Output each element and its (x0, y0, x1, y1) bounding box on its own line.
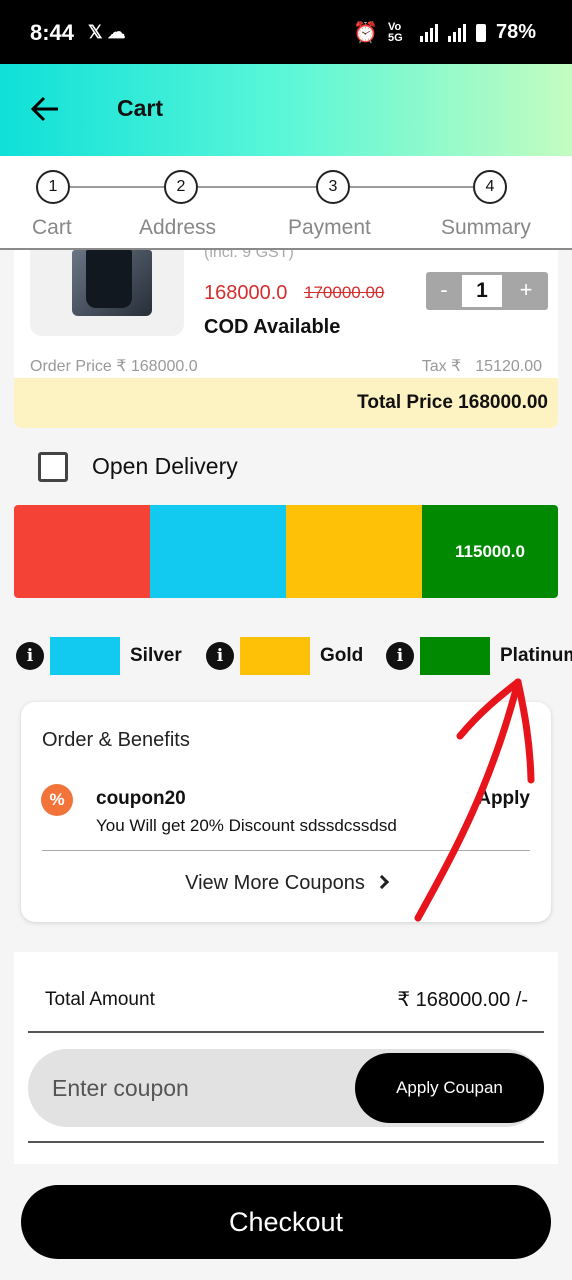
quantity-increase-button[interactable]: + (506, 272, 546, 310)
coupon-code: coupon20 (96, 788, 186, 809)
tax-amount: Tax ₹ 15120.00 (422, 356, 542, 376)
signal-icon (419, 23, 438, 42)
tier-segment-platinum: 115000.0 (422, 505, 558, 598)
apply-coupon-button[interactable]: Apply Coupan (355, 1053, 544, 1123)
phone-image (72, 250, 152, 316)
step-3-label: Payment (288, 216, 371, 239)
step-2-label: Address (139, 216, 217, 239)
total-amount-value: ₹ 168000.00 /- (397, 989, 528, 1011)
tax-label: Tax ₹ (421, 358, 462, 375)
product-image (30, 250, 184, 336)
product-price: 168000.0 (204, 282, 288, 304)
legend-swatch (50, 637, 120, 675)
tax-value: 15120.00 (475, 358, 542, 375)
quantity-stepper: - 1 + (426, 272, 548, 310)
tier-legend: i Silver i Gold i Platinum (16, 636, 572, 676)
legend-item-gold: i Gold (206, 636, 363, 676)
cod-availability: COD Available (204, 316, 341, 338)
benefits-title: Order & Benefits (42, 729, 190, 751)
open-delivery-checkbox[interactable] (38, 452, 68, 482)
product-original-price: 170000.00 (304, 283, 385, 302)
coupon-description: You Will get 20% Discount sdssdcssdsd (96, 816, 397, 835)
step-connector (70, 186, 164, 188)
page-title: Cart (117, 95, 164, 121)
coupon-field: Apply Coupan (28, 1049, 544, 1127)
info-icon[interactable]: i (386, 642, 414, 670)
step-4-label: Summary (441, 216, 531, 239)
percent-badge-icon: % (41, 784, 73, 816)
tier-progress-bar: 115000.0 (14, 505, 558, 598)
step-connector (198, 186, 316, 188)
coupon-input[interactable] (52, 1063, 352, 1113)
legend-item-platinum: i Platinum (386, 636, 572, 676)
divider (42, 850, 530, 851)
legend-swatch (420, 637, 490, 675)
step-1-circle[interactable]: 1 (36, 170, 70, 204)
view-more-label: View More Coupons (185, 872, 365, 894)
legend-label: Gold (320, 645, 364, 666)
view-more-coupons-link[interactable]: View More Coupons (21, 872, 551, 895)
total-price-strip: Total Price 168000.00 (14, 378, 558, 428)
app-bar: Cart (0, 64, 572, 156)
apply-coupon-link[interactable]: Apply (477, 788, 530, 810)
status-time: 8:44 (30, 20, 75, 45)
notification-icons: 𝕏 ☁ (88, 22, 126, 42)
divider (28, 1141, 544, 1143)
open-delivery-label: Open Delivery (92, 453, 238, 479)
info-icon[interactable]: i (16, 642, 44, 670)
legend-label: Silver (130, 645, 182, 666)
total-amount-label: Total Amount (45, 989, 155, 1010)
battery-icon (475, 23, 486, 42)
arrow-left-icon (30, 96, 58, 122)
tier-segment-gold (286, 505, 422, 598)
legend-item-silver: i Silver (16, 636, 182, 676)
quantity-decrease-button[interactable]: - (426, 272, 462, 310)
step-3-circle[interactable]: 3 (316, 170, 350, 204)
alarm-icon: ⏰ (353, 22, 378, 44)
gst-note: (incl. 9 GST) (204, 250, 294, 261)
legend-label: Platinum (500, 645, 572, 666)
chevron-right-icon (374, 874, 389, 890)
step-4-circle[interactable]: 4 (473, 170, 507, 204)
divider (28, 1031, 544, 1033)
step-2-circle[interactable]: 2 (164, 170, 198, 204)
status-bar: 8:44 𝕏 ☁ ⏰ Vo 5G 78% (0, 0, 572, 64)
back-button[interactable] (26, 90, 66, 130)
order-benefits-card: Order & Benefits % coupon20 You Will get… (21, 702, 551, 922)
checkout-button[interactable]: Checkout (21, 1185, 551, 1259)
quantity-value: 1 (462, 275, 502, 307)
total-price: Total Price 168000.00 (357, 392, 548, 413)
tier-segment-red (14, 505, 150, 598)
signal-icon-secondary (447, 23, 466, 42)
status-right-icons: ⏰ Vo 5G 78% (353, 20, 536, 45)
legend-swatch (240, 637, 310, 675)
step-1-label: Cart (32, 216, 72, 239)
step-connector (350, 186, 473, 188)
cart-item-card: (incl. 9 GST) 168000.0 170000.00 COD Ava… (14, 250, 558, 428)
battery-percent: 78% (495, 21, 536, 43)
network-type-label: Vo 5G (387, 20, 403, 44)
order-summary-card: Total Amount ₹ 168000.00 /- Apply Coupan (14, 952, 558, 1164)
tier-segment-silver (150, 505, 286, 598)
order-price: Order Price ₹ 168000.0 (30, 358, 198, 375)
info-icon[interactable]: i (206, 642, 234, 670)
